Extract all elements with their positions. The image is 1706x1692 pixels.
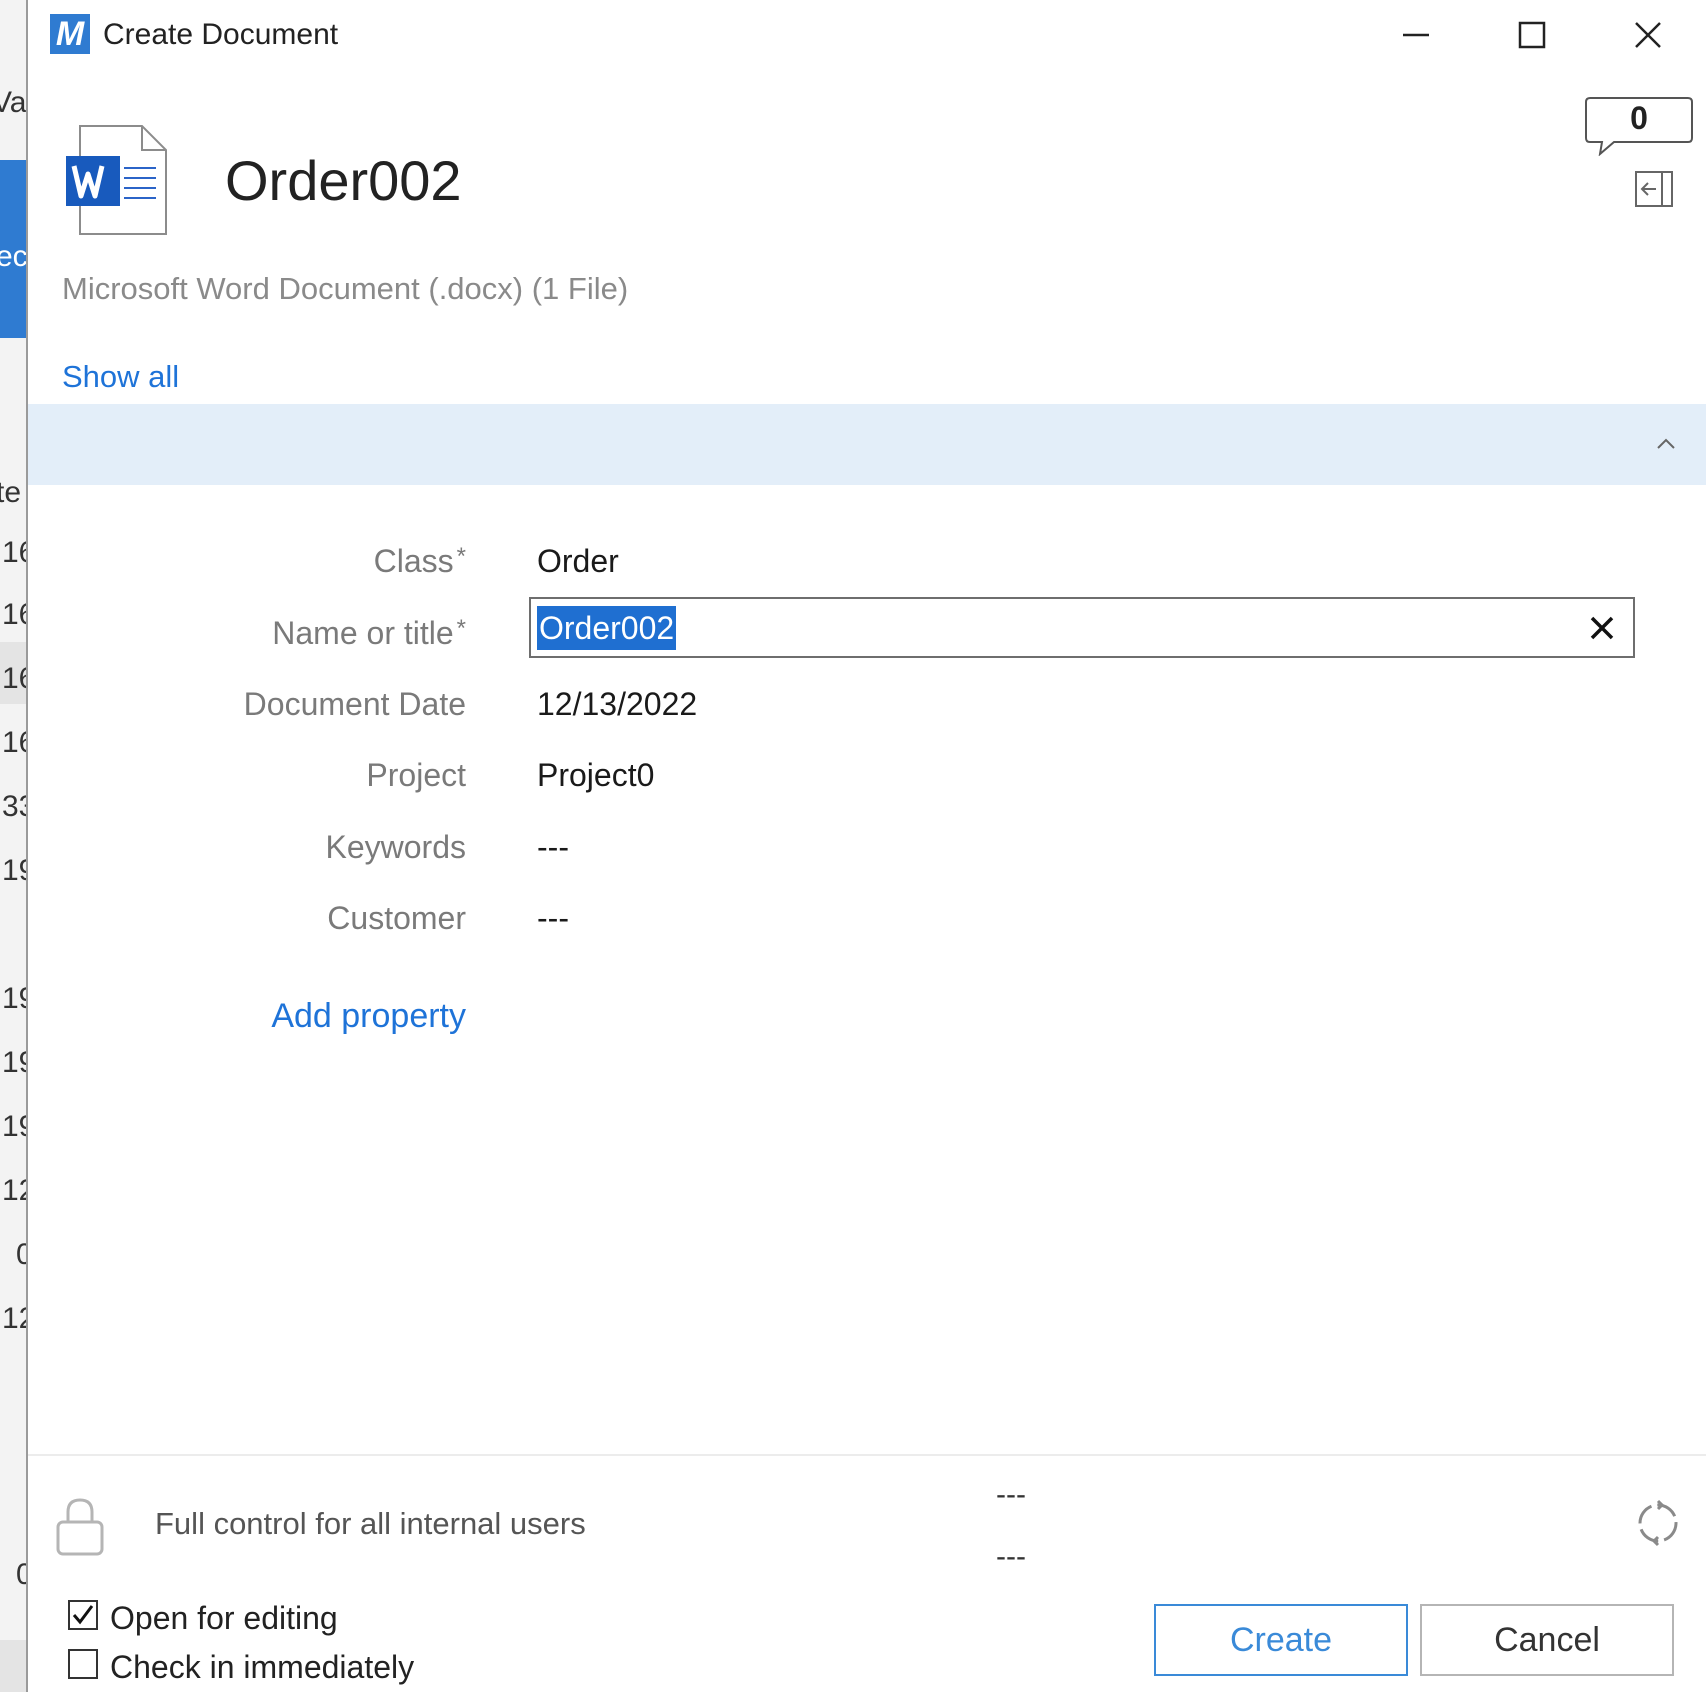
property-label-text: Name or title xyxy=(272,615,454,651)
check-in-immediately-label[interactable]: Check in immediately xyxy=(110,1649,414,1686)
background-text: 12 xyxy=(2,1302,26,1335)
background-text: ec xyxy=(0,240,26,273)
close-icon xyxy=(1635,22,1661,48)
cancel-button[interactable]: Cancel xyxy=(1420,1604,1674,1676)
property-value-keywords[interactable]: --- xyxy=(537,829,569,866)
background-window: Vau ec te 16 16 16 16 33 19 19 19 19 12 … xyxy=(0,0,26,1692)
background-text: 33 xyxy=(2,790,26,823)
word-document-icon xyxy=(66,125,167,235)
maximize-icon xyxy=(1518,21,1546,49)
lock-icon[interactable] xyxy=(54,1496,106,1556)
background-text: 16 xyxy=(2,536,26,569)
minimize-button[interactable] xyxy=(1386,10,1446,60)
property-label-class: Class * xyxy=(374,543,466,580)
background-text: Vau xyxy=(0,86,26,119)
property-label-name: Name or title * xyxy=(272,615,466,652)
clear-icon[interactable] xyxy=(1585,611,1619,645)
add-property-link[interactable]: Add property xyxy=(271,997,466,1036)
minimize-icon xyxy=(1403,33,1429,37)
property-label-keywords: Keywords xyxy=(325,829,467,865)
app-logo-icon: M xyxy=(50,14,90,54)
background-row-highlight xyxy=(0,1640,26,1692)
window-title: Create Document xyxy=(103,18,339,51)
file-description: Microsoft Word Document (.docx) (1 File) xyxy=(62,271,629,306)
name-or-title-input[interactable]: Order002 xyxy=(529,597,1635,658)
background-text: 19 xyxy=(2,1110,26,1143)
background-text: 16 xyxy=(2,662,26,695)
workflow-value[interactable]: --- xyxy=(996,1478,1026,1512)
required-marker: * xyxy=(456,615,466,642)
check-in-immediately-checkbox[interactable] xyxy=(68,1649,98,1679)
background-text: 12 xyxy=(2,1174,26,1207)
background-text: 19 xyxy=(2,1046,26,1079)
property-value-customer[interactable]: --- xyxy=(537,900,569,937)
background-text: 0 xyxy=(16,1238,26,1271)
chevron-up-icon[interactable] xyxy=(1648,426,1684,462)
property-label-document-date: Document Date xyxy=(243,686,466,722)
background-text: te xyxy=(0,476,22,509)
create-document-dialog: M Create Document Order002 0 Microsoft W… xyxy=(28,0,1706,1692)
maximize-button[interactable] xyxy=(1502,10,1562,60)
open-for-editing-checkbox[interactable] xyxy=(68,1600,98,1630)
name-input-value[interactable]: Order002 xyxy=(537,606,677,650)
workflow-state-value[interactable]: --- xyxy=(996,1540,1026,1574)
background-text: 19 xyxy=(2,982,26,1015)
close-button[interactable] xyxy=(1618,10,1678,60)
property-label-project: Project xyxy=(366,757,466,793)
comment-count: 0 xyxy=(1630,100,1648,136)
create-button[interactable]: Create xyxy=(1154,1604,1408,1676)
property-label-customer: Customer xyxy=(327,900,466,936)
property-value-document-date[interactable]: 12/13/2022 xyxy=(537,686,697,723)
checkmark-icon xyxy=(72,1605,94,1625)
background-text: 16 xyxy=(2,726,26,759)
document-title: Order002 xyxy=(225,149,462,212)
property-value-class[interactable]: Order xyxy=(537,543,619,580)
background-text: 0 xyxy=(16,1558,26,1591)
show-all-link[interactable]: Show all xyxy=(62,359,179,395)
pane-toggle-icon[interactable] xyxy=(1634,170,1674,208)
permissions-text[interactable]: Full control for all internal users xyxy=(155,1506,586,1542)
properties-section-header[interactable] xyxy=(28,404,1706,485)
background-text: 19 xyxy=(2,854,26,887)
title-bar[interactable]: M Create Document xyxy=(28,0,1706,70)
required-marker: * xyxy=(456,543,466,570)
property-label-text: Class xyxy=(373,543,454,579)
open-for-editing-label[interactable]: Open for editing xyxy=(110,1600,338,1637)
property-value-project[interactable]: Project0 xyxy=(537,757,654,794)
footer-divider xyxy=(28,1454,1706,1456)
background-text: 16 xyxy=(2,598,26,631)
workflow-icon[interactable] xyxy=(1632,1497,1684,1549)
